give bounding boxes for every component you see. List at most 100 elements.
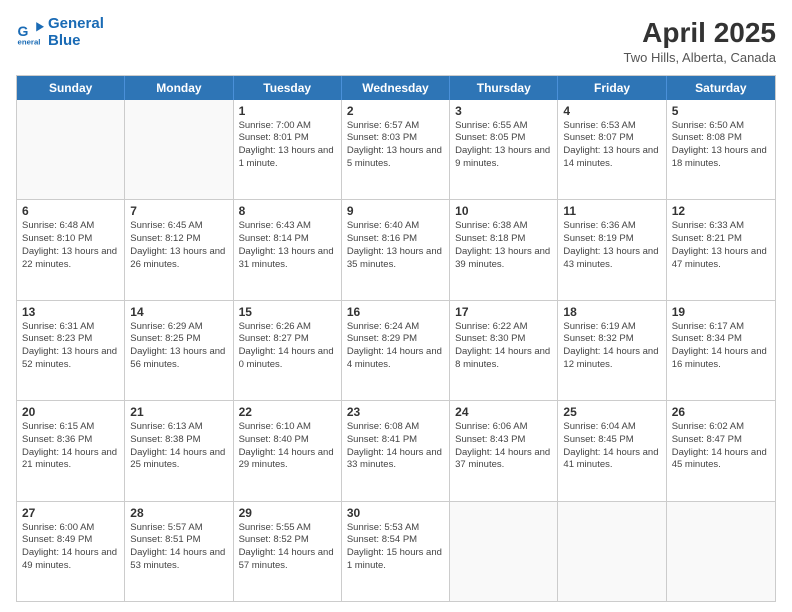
- day-info: Sunrise: 6:40 AM Sunset: 8:16 PM Dayligh…: [347, 220, 444, 271]
- day-number: 13: [22, 305, 119, 319]
- cal-cell: 12Sunrise: 6:33 AM Sunset: 8:21 PM Dayli…: [667, 200, 775, 299]
- day-info: Sunrise: 6:04 AM Sunset: 8:45 PM Dayligh…: [563, 421, 660, 472]
- cal-cell: 22 Sunrise: 6:10 AM Sunset: 8:40 PM Dayli…: [234, 401, 342, 500]
- day-number: 29: [239, 506, 336, 520]
- cal-cell: 30Sunrise: 5:53 AM Sunset: 8:54 PM Dayli…: [342, 502, 450, 601]
- day-info: Sunrise: 6:17 AM Sunset: 8:34 PM Dayligh…: [672, 321, 770, 372]
- day-info: Sunrise: 6:45 AM Sunset: 8:12 PM Dayligh…: [130, 220, 227, 271]
- day-number: 24: [455, 405, 552, 419]
- subtitle: Two Hills, Alberta, Canada: [624, 50, 776, 65]
- cal-cell: 8Sunrise: 6:43 AM Sunset: 8:14 PM Daylig…: [234, 200, 342, 299]
- cal-cell: 13 Sunrise: 6:31 AM Sunset: 8:23 PM Dayli…: [17, 301, 125, 400]
- logo-line1: General: [48, 16, 104, 33]
- day-number: 2: [347, 104, 444, 118]
- cal-cell: 4 Sunrise: 6:53 AM Sunset: 8:07 PM Daylig…: [558, 100, 666, 199]
- cal-cell: 3Sunrise: 6:55 AM Sunset: 8:05 PM Daylig…: [450, 100, 558, 199]
- cal-cell: 10 Sunrise: 6:38 AM Sunset: 8:18 PM Dayli…: [450, 200, 558, 299]
- cal-week-1: 1 Sunrise: 7:00 AM Sunset: 8:01 PM Daylig…: [17, 100, 775, 200]
- day-info: Sunrise: 6:22 AM Sunset: 8:30 PM Dayligh…: [455, 321, 552, 372]
- day-info: Sunrise: 5:55 AM Sunset: 8:52 PM Dayligh…: [239, 522, 336, 573]
- cal-cell: 20Sunrise: 6:15 AM Sunset: 8:36 PM Dayli…: [17, 401, 125, 500]
- title-block: April 2025 Two Hills, Alberta, Canada: [624, 16, 776, 65]
- cal-cell: 24 Sunrise: 6:06 AM Sunset: 8:43 PM Dayli…: [450, 401, 558, 500]
- day-info: Sunrise: 6:08 AM Sunset: 8:41 PM Dayligh…: [347, 421, 444, 472]
- cal-cell: 7 Sunrise: 6:45 AM Sunset: 8:12 PM Daylig…: [125, 200, 233, 299]
- day-info: Sunrise: 6:43 AM Sunset: 8:14 PM Dayligh…: [239, 220, 336, 271]
- day-info: Sunrise: 7:00 AM Sunset: 8:01 PM Dayligh…: [239, 120, 336, 171]
- day-info: Sunrise: 6:38 AM Sunset: 8:18 PM Dayligh…: [455, 220, 552, 271]
- day-number: 9: [347, 204, 444, 218]
- cal-cell: 19 Sunrise: 6:17 AM Sunset: 8:34 PM Dayli…: [667, 301, 775, 400]
- day-info: Sunrise: 6:31 AM Sunset: 8:23 PM Dayligh…: [22, 321, 119, 372]
- day-number: 1: [239, 104, 336, 118]
- day-number: 16: [347, 305, 444, 319]
- cal-week-4: 20Sunrise: 6:15 AM Sunset: 8:36 PM Dayli…: [17, 401, 775, 501]
- cal-cell: 18Sunrise: 6:19 AM Sunset: 8:32 PM Dayli…: [558, 301, 666, 400]
- cal-cell: 25 Sunrise: 6:04 AM Sunset: 8:45 PM Dayli…: [558, 401, 666, 500]
- day-info: Sunrise: 6:13 AM Sunset: 8:38 PM Dayligh…: [130, 421, 227, 472]
- day-info: Sunrise: 6:02 AM Sunset: 8:47 PM Dayligh…: [672, 421, 770, 472]
- day-info: Sunrise: 6:10 AM Sunset: 8:40 PM Dayligh…: [239, 421, 336, 472]
- day-info: Sunrise: 6:19 AM Sunset: 8:32 PM Dayligh…: [563, 321, 660, 372]
- day-info: Sunrise: 6:15 AM Sunset: 8:36 PM Dayligh…: [22, 421, 119, 472]
- cal-cell: 9 Sunrise: 6:40 AM Sunset: 8:16 PM Daylig…: [342, 200, 450, 299]
- header-day-friday: Friday: [558, 76, 666, 100]
- day-number: 10: [455, 204, 552, 218]
- day-number: 6: [22, 204, 119, 218]
- cal-cell: 11 Sunrise: 6:36 AM Sunset: 8:19 PM Dayli…: [558, 200, 666, 299]
- cal-cell: 1 Sunrise: 7:00 AM Sunset: 8:01 PM Daylig…: [234, 100, 342, 199]
- day-info: Sunrise: 6:36 AM Sunset: 8:19 PM Dayligh…: [563, 220, 660, 271]
- header-day-thursday: Thursday: [450, 76, 558, 100]
- logo: G eneral General Blue: [16, 16, 104, 49]
- day-number: 26: [672, 405, 770, 419]
- day-info: Sunrise: 6:29 AM Sunset: 8:25 PM Dayligh…: [130, 321, 227, 372]
- cal-cell: 6 Sunrise: 6:48 AM Sunset: 8:10 PM Daylig…: [17, 200, 125, 299]
- header-day-wednesday: Wednesday: [342, 76, 450, 100]
- day-number: 21: [130, 405, 227, 419]
- day-info: Sunrise: 6:06 AM Sunset: 8:43 PM Dayligh…: [455, 421, 552, 472]
- day-info: Sunrise: 6:48 AM Sunset: 8:10 PM Dayligh…: [22, 220, 119, 271]
- cal-cell: 27 Sunrise: 6:00 AM Sunset: 8:49 PM Dayli…: [17, 502, 125, 601]
- day-info: Sunrise: 5:57 AM Sunset: 8:51 PM Dayligh…: [130, 522, 227, 573]
- svg-text:G: G: [18, 23, 29, 39]
- day-number: 4: [563, 104, 660, 118]
- calendar-body: 1 Sunrise: 7:00 AM Sunset: 8:01 PM Daylig…: [17, 100, 775, 601]
- cal-cell: [450, 502, 558, 601]
- cal-cell: [125, 100, 233, 199]
- day-number: 25: [563, 405, 660, 419]
- day-number: 22: [239, 405, 336, 419]
- day-info: Sunrise: 6:33 AM Sunset: 8:21 PM Dayligh…: [672, 220, 770, 271]
- day-number: 17: [455, 305, 552, 319]
- cal-week-2: 6 Sunrise: 6:48 AM Sunset: 8:10 PM Daylig…: [17, 200, 775, 300]
- day-number: 30: [347, 506, 444, 520]
- svg-text:eneral: eneral: [18, 37, 41, 46]
- cal-week-5: 27 Sunrise: 6:00 AM Sunset: 8:49 PM Dayli…: [17, 502, 775, 601]
- day-info: Sunrise: 6:57 AM Sunset: 8:03 PM Dayligh…: [347, 120, 444, 171]
- cal-cell: 15Sunrise: 6:26 AM Sunset: 8:27 PM Dayli…: [234, 301, 342, 400]
- day-number: 11: [563, 204, 660, 218]
- day-number: 3: [455, 104, 552, 118]
- header-day-sunday: Sunday: [17, 76, 125, 100]
- day-number: 7: [130, 204, 227, 218]
- header-day-monday: Monday: [125, 76, 233, 100]
- main-title: April 2025: [624, 16, 776, 50]
- cal-week-3: 13 Sunrise: 6:31 AM Sunset: 8:23 PM Dayli…: [17, 301, 775, 401]
- cal-cell: 14Sunrise: 6:29 AM Sunset: 8:25 PM Dayli…: [125, 301, 233, 400]
- cal-cell: 16 Sunrise: 6:24 AM Sunset: 8:29 PM Dayli…: [342, 301, 450, 400]
- cal-cell: 5Sunrise: 6:50 AM Sunset: 8:08 PM Daylig…: [667, 100, 775, 199]
- day-number: 28: [130, 506, 227, 520]
- day-info: Sunrise: 6:24 AM Sunset: 8:29 PM Dayligh…: [347, 321, 444, 372]
- cal-cell: [17, 100, 125, 199]
- day-info: Sunrise: 6:00 AM Sunset: 8:49 PM Dayligh…: [22, 522, 119, 573]
- day-number: 27: [22, 506, 119, 520]
- header-day-tuesday: Tuesday: [234, 76, 342, 100]
- cal-cell: [558, 502, 666, 601]
- day-number: 19: [672, 305, 770, 319]
- cal-cell: 21 Sunrise: 6:13 AM Sunset: 8:38 PM Dayli…: [125, 401, 233, 500]
- header: G eneral General Blue April 2025 Two Hil…: [16, 16, 776, 65]
- day-number: 5: [672, 104, 770, 118]
- cal-cell: 29 Sunrise: 5:55 AM Sunset: 8:52 PM Dayli…: [234, 502, 342, 601]
- day-info: Sunrise: 6:53 AM Sunset: 8:07 PM Dayligh…: [563, 120, 660, 171]
- cal-cell: 2 Sunrise: 6:57 AM Sunset: 8:03 PM Daylig…: [342, 100, 450, 199]
- day-number: 23: [347, 405, 444, 419]
